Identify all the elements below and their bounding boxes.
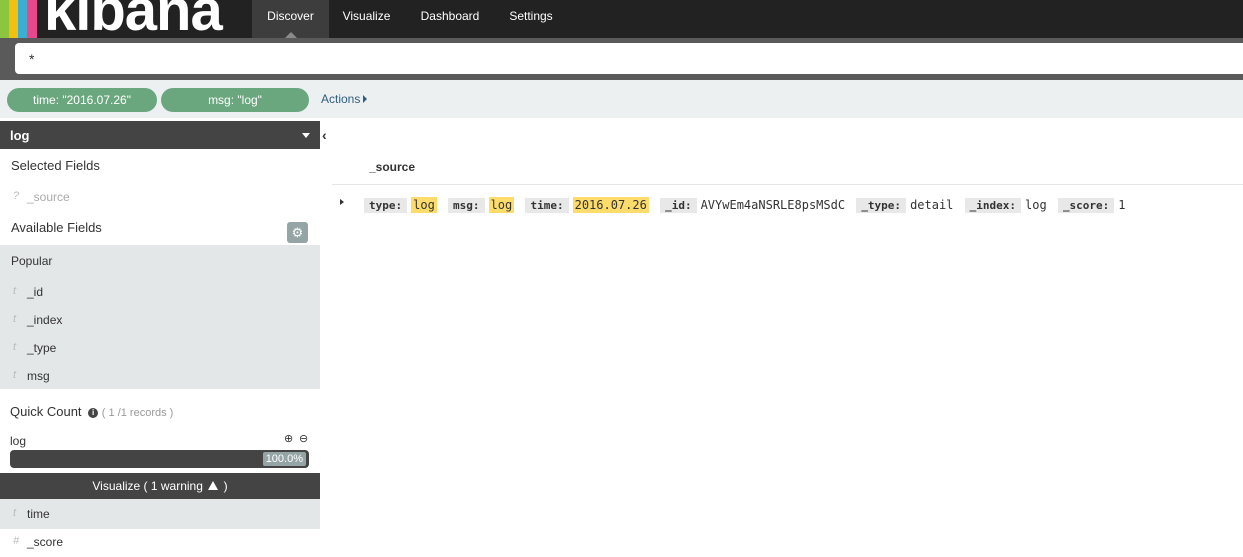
caret-right-icon: [363, 95, 368, 103]
logo-stripe: [18, 0, 27, 38]
doc-value-highlighted: 2016.07.26: [572, 197, 649, 213]
collapse-sidebar-icon[interactable]: ‹: [322, 128, 332, 142]
caret-down-icon: [302, 133, 310, 138]
field-row-source[interactable]: ? _source: [0, 183, 320, 211]
doc-key: msg:: [448, 198, 485, 213]
filter-pill-msg[interactable]: msg: "log": [161, 88, 309, 112]
string-type-icon: t: [13, 313, 17, 325]
search-bar: [0, 38, 1243, 80]
info-icon[interactable]: i: [88, 408, 99, 418]
doc-key: _id:: [660, 198, 697, 213]
gear-icon: ⚙: [291, 225, 304, 240]
quick-count-label: Quick Count: [10, 404, 82, 419]
doc-value: log: [1025, 198, 1047, 212]
popular-fields-section: Popular t _id t _index t _type t msg: [0, 245, 320, 389]
actions-label: Actions: [321, 92, 361, 106]
logo-stripe: [27, 0, 37, 38]
progress-percent: 100.0%: [262, 452, 306, 466]
warning-icon: [208, 481, 219, 490]
doc-key: type:: [364, 198, 408, 213]
visualize-button[interactable]: Visualize ( 1 warning ): [0, 473, 320, 499]
search-input[interactable]: [15, 43, 1243, 74]
field-row-type[interactable]: t _type: [0, 334, 320, 362]
table-row: type: log msg: log time: 2016.07.26 _id: AVY…: [364, 197, 1130, 214]
field-name: _id: [27, 285, 44, 299]
field-name: _source: [27, 190, 70, 204]
tab-visualize[interactable]: Visualize: [333, 0, 400, 38]
tab-settings[interactable]: Settings: [500, 0, 562, 38]
visualize-label: Visualize ( 1 warning: [92, 479, 203, 493]
doc-key: _score:: [1057, 198, 1115, 213]
expand-row-icon[interactable]: [340, 199, 344, 205]
column-header-source: _source: [369, 160, 416, 174]
zoom-out-icon[interactable]: ⊖: [299, 432, 308, 445]
popular-title: Popular: [11, 254, 53, 268]
string-type-icon: t: [13, 369, 17, 381]
logo-wordmark: kibana: [44, 0, 223, 38]
number-type-icon: #: [13, 535, 20, 547]
zoom-in-icon[interactable]: ⊕: [284, 432, 293, 445]
doc-value-highlighted: log: [488, 197, 515, 213]
quick-count-value-label: log: [10, 434, 27, 448]
tab-discover[interactable]: Discover: [252, 0, 329, 38]
field-name: _index: [27, 313, 63, 327]
doc-value: AVYwEm4aNSRLE8psMSdC: [700, 198, 846, 212]
doc-key: _index:: [964, 198, 1022, 213]
document-table: _source type: log msg: log time: 2016.07.26…: [332, 121, 1243, 547]
doc-value: detail: [910, 198, 954, 212]
index-pattern-selector[interactable]: log: [0, 121, 320, 149]
field-row-score[interactable]: # _score: [0, 529, 320, 557]
field-type-icon: ?: [13, 190, 20, 202]
doc-value: 1: [1118, 198, 1126, 212]
logo-stripe: [0, 0, 9, 38]
field-name: _type: [27, 341, 57, 355]
string-type-icon: t: [13, 507, 17, 519]
quick-count-progress-bar: 100.0%: [10, 450, 309, 468]
actions-toggle[interactable]: Actions: [321, 92, 368, 106]
field-name: time: [27, 507, 50, 521]
visualize-suffix: ): [223, 479, 228, 493]
field-row-id[interactable]: t _id: [0, 278, 320, 306]
doc-key: time:: [525, 198, 569, 213]
doc-value-highlighted: log: [411, 197, 437, 213]
kibana-logo[interactable]: kibana: [0, 0, 252, 38]
filter-bar: time: "2016.07.26" msg: "log" Actions: [0, 80, 1243, 118]
quick-count-title: Quick Count i ( 1 /1 records ): [10, 404, 173, 419]
field-settings-gear-button[interactable]: ⚙: [287, 222, 308, 243]
top-nav: kibana Discover Visualize Dashboard Sett…: [0, 0, 1243, 38]
filter-pill-time[interactable]: time: "2016.07.26": [7, 88, 157, 112]
index-pattern-name: log: [10, 128, 30, 143]
tab-dashboard[interactable]: Dashboard: [412, 0, 488, 38]
string-type-icon: t: [13, 285, 17, 297]
selected-fields-title: Selected Fields: [11, 158, 100, 173]
field-row-time[interactable]: t time: [0, 499, 320, 529]
available-fields-title: Available Fields: [11, 220, 102, 235]
string-type-icon: t: [13, 341, 17, 353]
logo-stripe: [9, 0, 18, 38]
header-divider: [332, 184, 1243, 185]
field-row-index[interactable]: t _index: [0, 306, 320, 334]
quick-count-records: ( 1 /1 records ): [101, 407, 174, 419]
doc-key: _type:: [856, 198, 907, 213]
field-row-msg[interactable]: t msg: [0, 362, 320, 390]
field-name: msg: [27, 369, 50, 383]
